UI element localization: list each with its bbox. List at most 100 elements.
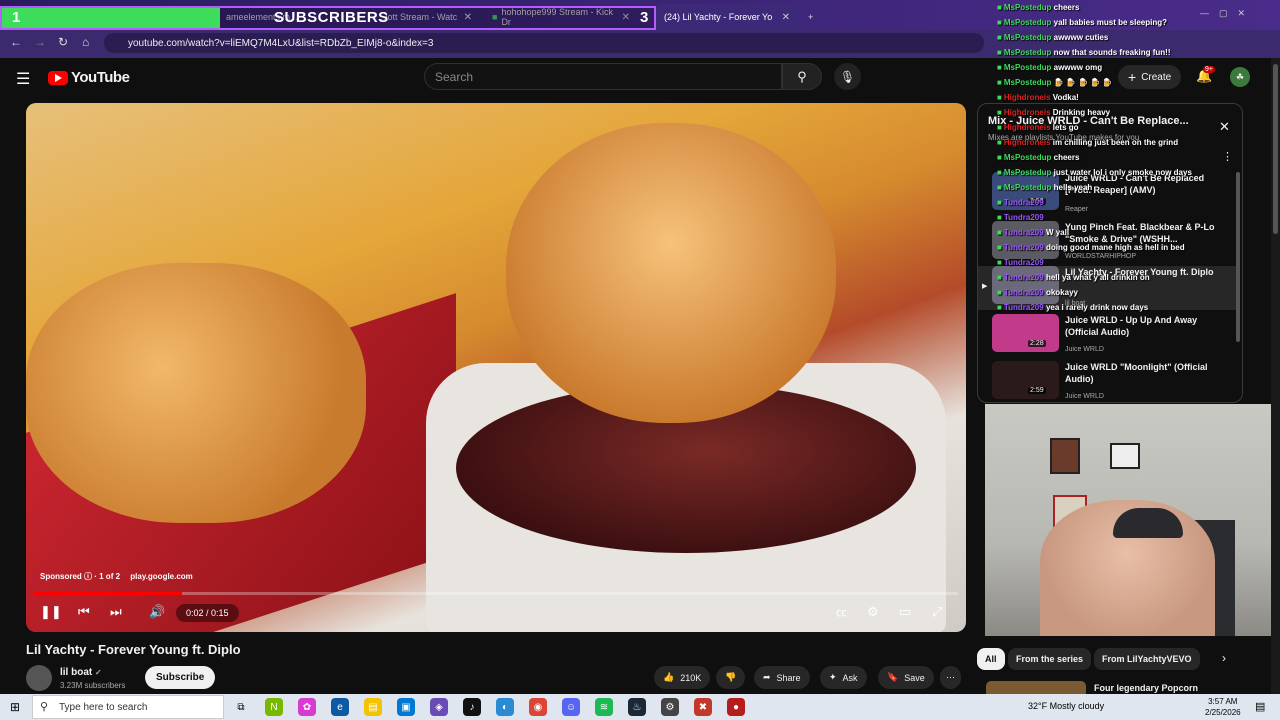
- like-button[interactable]: 👍 210K: [654, 666, 711, 689]
- obs-icon[interactable]: ●: [727, 698, 745, 716]
- app-icon[interactable]: ◐: [496, 698, 514, 716]
- thumbs-down-icon: 👎: [725, 672, 737, 682]
- menu-icon[interactable]: ☰: [16, 69, 30, 89]
- chat-message: ■ MsPostedup hells yeah: [997, 183, 1092, 192]
- chrome-icon[interactable]: ◉: [529, 698, 547, 716]
- app-icon[interactable]: ◈: [430, 698, 448, 716]
- file-explorer-icon[interactable]: ▤: [364, 698, 382, 716]
- kick-icon: ■: [997, 108, 1002, 117]
- kick-icon: ■: [997, 258, 1002, 267]
- steam-icon[interactable]: ♨: [628, 698, 646, 716]
- fullscreen-icon[interactable]: ⤢: [932, 604, 942, 620]
- chat-text: okokayy: [1043, 288, 1078, 297]
- chat-username: Tundra209: [1003, 303, 1044, 312]
- tiktok-icon[interactable]: ♪: [463, 698, 481, 716]
- ad-domain-link[interactable]: play.google.com: [130, 572, 193, 581]
- ask-label: Ask: [842, 672, 858, 683]
- playlist-item[interactable]: 2:53 Juice WRLD - Can't Be Replaced [Pro…: [992, 172, 1236, 216]
- chat-username: MsPostedup: [1003, 33, 1052, 42]
- chat-username: Highdroneis: [1003, 138, 1051, 147]
- subscribe-button[interactable]: Subscribe: [145, 666, 216, 689]
- chat-text: Vodka!: [1050, 93, 1079, 102]
- webcam-wall-poster: [1050, 438, 1080, 474]
- chip-from-channel[interactable]: From LilYachtyVEVO: [1094, 648, 1200, 670]
- playlist-item-title: Yung Pinch Feat. Blackbear & P-Lo "Smoke…: [1065, 222, 1215, 244]
- miniplayer-icon[interactable]: ▭: [899, 604, 911, 620]
- more-button[interactable]: ⋯: [940, 666, 961, 689]
- chat-message: ■ MsPostedup cheers: [997, 3, 1079, 12]
- store-icon[interactable]: ▣: [397, 698, 415, 716]
- browser-tab-active[interactable]: (24) Lil Yachty - Forever Yo ✕: [656, 4, 798, 30]
- search-button[interactable]: ⚲: [782, 63, 822, 90]
- info-icon[interactable]: ⓘ: [84, 572, 94, 581]
- share-button[interactable]: ➦ Share: [754, 666, 810, 689]
- home-icon[interactable]: ⌂: [82, 35, 89, 49]
- search-input[interactable]: Search: [424, 63, 782, 90]
- next-video-title[interactable]: Four legendary Popcorn: [1094, 683, 1198, 693]
- video-player[interactable]: [26, 103, 966, 632]
- back-icon[interactable]: ←: [10, 35, 22, 49]
- chat-text: cheers: [1051, 153, 1080, 162]
- create-button[interactable]: + Create: [1118, 65, 1182, 89]
- taskbar-clock[interactable]: 3:57 AM 2/25/2026: [1205, 696, 1241, 718]
- chat-message: ■ Highdroneis Vodka!: [997, 93, 1079, 102]
- chip-from-the-series[interactable]: From the series: [1008, 648, 1092, 670]
- settings-icon[interactable]: ⚙: [661, 698, 679, 716]
- windows-start-icon[interactable]: ⊞: [10, 700, 20, 714]
- channel-avatar[interactable]: [26, 665, 52, 691]
- volume-icon[interactable]: 🔊: [149, 604, 165, 620]
- playlist-item-channel: Juice WRLD: [1065, 393, 1104, 400]
- playlist-scrollbar[interactable]: [1236, 172, 1240, 342]
- page-scrollbar-thumb[interactable]: [1273, 64, 1278, 234]
- gear-icon[interactable]: ⚙: [867, 604, 879, 620]
- kick-icon: ■: [997, 183, 1002, 192]
- forward-icon[interactable]: →: [34, 35, 46, 49]
- previous-icon[interactable]: ⏮: [78, 604, 90, 620]
- nvidia-icon[interactable]: N: [265, 698, 283, 716]
- chat-username: MsPostedup: [1003, 18, 1052, 27]
- dislike-button[interactable]: 👎: [716, 666, 746, 689]
- playlist-item[interactable]: 2:28 Juice WRLD - Up Up And Away (Offici…: [992, 314, 1236, 358]
- task-view-icon[interactable]: ⧉: [232, 698, 250, 716]
- youtube-logo[interactable]: YouTube: [48, 69, 130, 86]
- url-field[interactable]: youtube.com/watch?v=liEMQ7M4LxU&list=RDb…: [104, 33, 984, 53]
- taskbar-search-input[interactable]: Type here to search: [32, 695, 224, 719]
- close-icon[interactable]: ✕: [782, 12, 790, 23]
- save-button[interactable]: 🔖 Save: [878, 666, 934, 689]
- chat-message: ■ MsPostedup 🍺 🍺 🍺 🍺 🍺: [997, 78, 1112, 87]
- chat-message: ■ Tundra209 W yall: [997, 228, 1069, 237]
- playlist-item[interactable]: 2:59 Juice WRLD "Moonlight" (Official Au…: [992, 361, 1236, 405]
- playlist-thumbnail: [992, 221, 1059, 259]
- weather-widget[interactable]: 32°F Mostly cloudy: [1028, 701, 1104, 711]
- video-frame-nugget: [506, 123, 836, 423]
- pause-icon[interactable]: ❚❚: [40, 604, 62, 620]
- mic-button[interactable]: 🎙: [834, 63, 861, 90]
- copilot-icon[interactable]: ✿: [298, 698, 316, 716]
- notification-center-icon[interactable]: ▤: [1255, 700, 1265, 713]
- kick-icon: ■: [997, 198, 1002, 207]
- close-icon[interactable]: ✕: [1219, 119, 1230, 135]
- next-icon[interactable]: ⏭: [110, 604, 122, 620]
- discord-icon[interactable]: ☺: [562, 698, 580, 716]
- chip-all[interactable]: All: [977, 648, 1005, 670]
- window-controls[interactable]: — ▢ ✕: [1200, 8, 1245, 19]
- chevron-right-icon[interactable]: ›: [1222, 651, 1226, 665]
- chat-text: hell ya what y'all drinkin on: [1043, 273, 1150, 282]
- video-title: Lil Yachty - Forever Young ft. Diplo: [26, 642, 241, 657]
- new-tab-button[interactable]: +: [800, 4, 821, 30]
- chat-message: ■ Tundra209 doing good mane high as hell …: [997, 243, 1185, 252]
- ask-button[interactable]: ✦ Ask: [820, 666, 867, 689]
- reload-icon[interactable]: ↻: [58, 35, 68, 49]
- edge-icon[interactable]: e: [331, 698, 349, 716]
- kick-icon: ■: [997, 33, 1002, 42]
- spotify-icon[interactable]: ≋: [595, 698, 613, 716]
- more-vertical-icon[interactable]: ⋮: [1222, 150, 1233, 163]
- clock-time: 3:57 AM: [1208, 697, 1238, 706]
- avatar[interactable]: ☘: [1230, 67, 1250, 87]
- chat-message: ■ Tundra209 yea i rarely drink now days: [997, 303, 1148, 312]
- app-icon[interactable]: ✖: [694, 698, 712, 716]
- chat-username: Highdroneis: [1003, 123, 1051, 132]
- ad-info: Sponsored ⓘ · 1 of 2 play.google.com: [40, 571, 193, 582]
- captions-icon[interactable]: ㏄: [836, 604, 847, 620]
- channel-name[interactable]: lil boat ✓: [60, 667, 102, 678]
